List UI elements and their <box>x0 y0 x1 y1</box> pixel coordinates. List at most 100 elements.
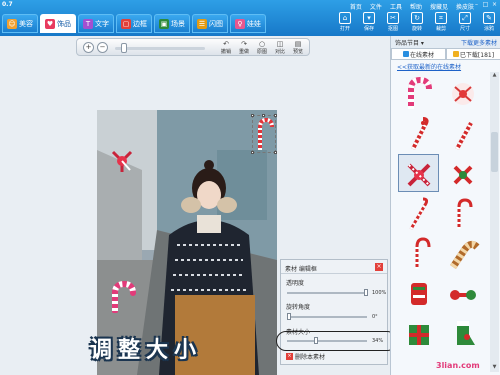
resize-button[interactable]: ⤢ 尺寸 <box>456 12 474 32</box>
resize-handle[interactable] <box>262 114 265 117</box>
library-scrollbar[interactable]: ▲ ▼ <box>490 72 499 372</box>
delete-material-label: 删除本素材 <box>295 354 326 361</box>
tab-text-label: 文字 <box>95 19 109 28</box>
tab-scene[interactable]: ▣ 场景 <box>154 14 190 33</box>
save-icon: ▾ <box>363 12 375 24</box>
menu-home[interactable]: 首页 <box>350 2 362 11</box>
overlay-caption: 调整大小 <box>90 338 203 363</box>
save-button[interactable]: ▾ 保存 <box>360 12 378 32</box>
resize-handle[interactable] <box>274 151 277 154</box>
opacity-slider-knob[interactable] <box>364 289 368 296</box>
folder-icon <box>452 51 459 57</box>
rotate-icon: ↻ <box>411 12 423 24</box>
minimize-button[interactable]: – <box>473 1 480 8</box>
crop-icon: ⌗ <box>435 12 447 24</box>
maximize-button[interactable]: □ <box>482 1 489 8</box>
library-category-dropdown[interactable]: 饰品节目 ▾ <box>395 38 424 47</box>
title-menu: 首页 文件 工具 帮助 搜藏见 换皮肤 <box>350 2 474 11</box>
menu-tools[interactable]: 工具 <box>390 2 402 11</box>
opacity-slider[interactable] <box>287 292 367 294</box>
tab-beauty[interactable]: ☺ 美容 <box>2 14 38 33</box>
compare-icon: ◫ <box>276 40 284 48</box>
library-header: 饰品节目 ▾ 下载更多素材 <box>391 36 500 48</box>
material-library-panel: 饰品节目 ▾ 下载更多素材 在线素材 已下载[181] <<获取最新的在线素材 … <box>390 36 500 375</box>
angle-slider[interactable] <box>287 316 367 318</box>
heart-icon: ♥ <box>45 18 55 29</box>
sticker-selection-box[interactable] <box>251 114 277 154</box>
compare-button[interactable]: ◫ 对比 <box>271 40 289 55</box>
panel-close-button[interactable]: × <box>375 263 383 271</box>
close-button[interactable]: × <box>491 1 498 8</box>
material-item[interactable] <box>398 114 439 152</box>
tab-downloaded-materials[interactable]: 已下载[181] <box>446 48 500 60</box>
material-item-selected[interactable] <box>398 154 439 192</box>
material-item[interactable] <box>398 194 439 232</box>
material-item[interactable] <box>442 114 483 152</box>
doodle-label: 涂鸦 <box>483 26 494 32</box>
refresh-online-link[interactable]: <<获取最新的在线素材 <box>397 62 461 71</box>
material-item[interactable] <box>442 274 483 312</box>
material-item[interactable] <box>442 154 483 192</box>
download-more-link[interactable]: 下载更多素材 <box>461 38 497 47</box>
frame-icon: ▢ <box>121 18 131 29</box>
menu-file[interactable]: 文件 <box>370 2 382 11</box>
cutout-button[interactable]: ✂ 抠图 <box>384 12 402 32</box>
crop-button[interactable]: ⌗ 裁剪 <box>432 12 450 32</box>
window-controls: – □ × <box>473 1 498 8</box>
material-item[interactable] <box>398 314 439 352</box>
menu-help[interactable]: 帮助 <box>410 2 422 11</box>
tab-text[interactable]: T 文字 <box>78 14 114 33</box>
original-icon: ○ <box>258 40 266 48</box>
tab-doll[interactable]: ♀ 娃娃 <box>230 14 266 33</box>
preview-icon: ▤ <box>294 40 302 48</box>
tab-beauty-label: 美容 <box>19 19 33 28</box>
face-icon: ☺ <box>7 18 17 29</box>
preview-button[interactable]: ▤ 预览 <box>289 40 307 55</box>
material-item[interactable] <box>442 194 483 232</box>
resize-handle[interactable] <box>274 114 277 117</box>
material-item[interactable] <box>398 234 439 272</box>
undo-button[interactable]: ↶ 撤销 <box>217 40 235 55</box>
resize-handle[interactable] <box>251 151 254 154</box>
material-grid <box>398 74 486 374</box>
redo-label: 重做 <box>238 49 249 55</box>
zoom-in-button[interactable]: + <box>83 42 94 53</box>
resize-handle[interactable] <box>251 114 254 117</box>
zoom-slider-knob[interactable] <box>121 43 127 53</box>
text-icon: T <box>83 18 93 29</box>
candy-cane-sticker[interactable] <box>107 280 143 315</box>
watermark: 3lian.com <box>436 361 480 370</box>
angle-slider-knob[interactable] <box>287 313 291 320</box>
compare-label: 对比 <box>274 49 285 55</box>
zoom-slider[interactable] <box>115 47 205 50</box>
material-item[interactable] <box>398 74 439 112</box>
tab-doll-label: 娃娃 <box>247 19 261 28</box>
zoom-out-button[interactable]: − <box>97 42 108 53</box>
tab-flash[interactable]: ☰ 闪图 <box>192 14 228 33</box>
material-item[interactable] <box>442 74 483 112</box>
redo-button[interactable]: ↷ 重做 <box>235 40 253 55</box>
top-toolbar: ⌂ 打开 ▾ 保存 ✂ 抠图 ↻ 旋转 ⌗ 裁剪 ⤢ 尺寸 ✎ 涂鸦 <box>336 12 498 32</box>
tab-accessories[interactable]: ♥ 饰品 <box>40 14 76 33</box>
doodle-icon: ✎ <box>483 12 495 24</box>
doodle-button[interactable]: ✎ 涂鸦 <box>480 12 498 32</box>
material-item[interactable] <box>442 314 483 352</box>
menu-collection[interactable]: 搜藏见 <box>430 2 448 11</box>
tab-online-materials[interactable]: 在线素材 <box>391 48 446 60</box>
original-button[interactable]: ○ 原图 <box>253 40 271 55</box>
rotate-button[interactable]: ↻ 旋转 <box>408 12 426 32</box>
redo-icon: ↷ <box>241 40 247 48</box>
candy-sticker-small[interactable] <box>110 148 134 176</box>
tab-frame[interactable]: ▢ 边框 <box>116 14 152 33</box>
opacity-value: 100% <box>372 290 387 296</box>
material-item[interactable] <box>442 234 483 272</box>
library-tabs: 在线素材 已下载[181] <box>391 48 500 60</box>
scroll-up-button[interactable]: ▲ <box>490 72 499 80</box>
scrollbar-thumb[interactable] <box>491 132 498 172</box>
menu-skin[interactable]: 换皮肤 <box>456 2 474 11</box>
scroll-down-button[interactable]: ▼ <box>490 364 499 372</box>
material-item[interactable] <box>398 274 439 312</box>
angle-value: 0° <box>372 314 378 320</box>
delete-material-button[interactable]: × 删除本素材 <box>286 352 325 361</box>
open-button[interactable]: ⌂ 打开 <box>336 12 354 32</box>
